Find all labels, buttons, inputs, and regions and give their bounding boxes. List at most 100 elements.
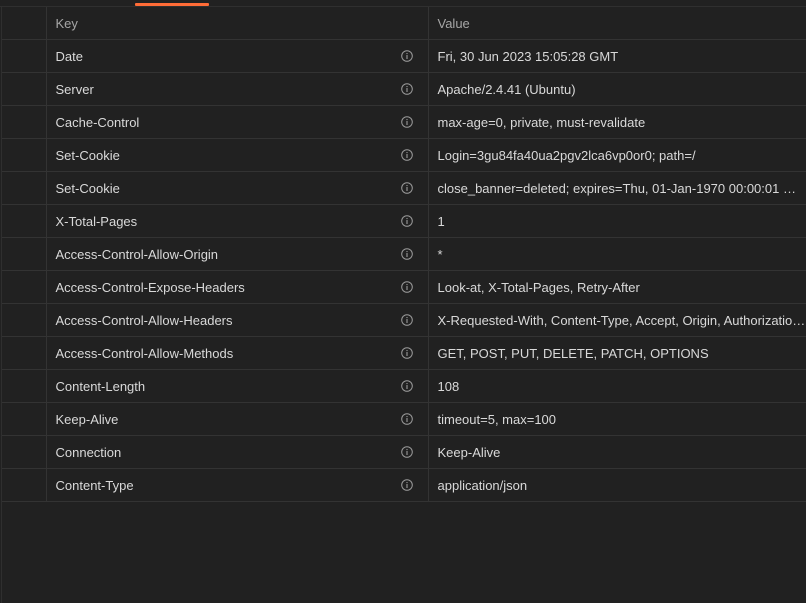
row-check-cell — [2, 105, 47, 139]
header-value: 108 — [437, 378, 460, 394]
table-header-row: Key Value — [2, 7, 806, 40]
table-row[interactable]: Access-Control-Expose-Headers Look-at, X-… — [2, 270, 806, 304]
info-icon[interactable] — [400, 347, 413, 359]
header-value-cell: Login=3gu84fa40ua2pgv2lca6vp0or0; path=/ — [428, 138, 806, 172]
header-key: Server — [55, 81, 94, 97]
info-icon[interactable] — [400, 116, 413, 128]
header-key: Set-Cookie — [55, 147, 120, 163]
table-row[interactable]: Access-Control-Allow-Origin * — [2, 237, 806, 271]
table-row[interactable]: Cache-Control max-age=0, private, must-re… — [2, 105, 806, 139]
header-value: Apache/2.4.41 (Ubuntu) — [437, 81, 576, 97]
table-row[interactable]: Access-Control-Allow-Methods GET, POST, P… — [2, 336, 806, 370]
header-key: Access-Control-Allow-Headers — [55, 312, 233, 328]
info-icon[interactable] — [400, 413, 413, 425]
info-icon[interactable] — [400, 215, 413, 227]
info-icon[interactable] — [400, 479, 413, 491]
row-check-cell — [2, 369, 47, 403]
header-value: max-age=0, private, must-revalidate — [437, 114, 646, 130]
info-icon[interactable] — [400, 248, 413, 260]
header-key-cell: Connection — [46, 435, 429, 469]
header-value-cell: Apache/2.4.41 (Ubuntu) — [428, 72, 806, 106]
header-key-cell: X-Total-Pages — [46, 204, 429, 238]
header-value: close_banner=deleted; expires=Thu, 01-Ja… — [437, 180, 806, 196]
header-key-cell: Cache-Control — [46, 105, 429, 139]
header-key: Connection — [55, 444, 122, 460]
header-value-cell: GET, POST, PUT, DELETE, PATCH, OPTIONS — [428, 336, 806, 370]
info-icon[interactable] — [400, 281, 413, 293]
header-key: Cache-Control — [55, 114, 140, 130]
header-key: Content-Type — [55, 477, 134, 493]
header-value: 1 — [437, 213, 445, 229]
header-key-cell: Content-Type — [46, 468, 429, 502]
row-check-cell — [2, 435, 47, 469]
info-icon[interactable] — [400, 50, 413, 62]
info-icon[interactable] — [400, 83, 413, 95]
header-value: * — [437, 246, 443, 262]
header-value: GET, POST, PUT, DELETE, PATCH, OPTIONS — [437, 345, 709, 361]
header-value-cell: * — [428, 237, 806, 271]
table-row[interactable]: Set-Cookie Login=3gu84fa40ua2pgv2lca6vp0o… — [2, 138, 806, 172]
header-value-cell: 1 — [428, 204, 806, 238]
header-key-cell: Keep-Alive — [46, 402, 429, 436]
table-row[interactable]: Date Fri, 30 Jun 2023 15:05:28 GMT — [2, 39, 806, 73]
row-check-cell — [2, 402, 47, 436]
header-value: Keep-Alive — [437, 444, 501, 460]
header-key-cell: Set-Cookie — [46, 138, 429, 172]
table-row[interactable]: Set-Cookie close_banner=deleted; expires=… — [2, 171, 806, 205]
header-key: Content-Length — [55, 378, 146, 394]
header-value: Login=3gu84fa40ua2pgv2lca6vp0or0; path=/ — [437, 147, 696, 163]
header-key: Access-Control-Allow-Origin — [55, 246, 219, 262]
info-icon[interactable] — [400, 149, 413, 161]
header-key-cell: Date — [46, 39, 429, 73]
header-value-cell: application/json — [428, 468, 806, 502]
table-row[interactable]: Keep-Alive timeout=5, max=100 — [2, 402, 806, 436]
table-row[interactable]: Content-Length 108 — [2, 369, 806, 403]
info-icon[interactable] — [400, 314, 413, 326]
header-key: Keep-Alive — [55, 411, 119, 427]
header-key-cell: Access-Control-Expose-Headers — [46, 270, 429, 304]
header-value-cell: max-age=0, private, must-revalidate — [428, 105, 806, 139]
header-value: timeout=5, max=100 — [437, 411, 557, 427]
header-key-cell: Content-Length — [46, 369, 429, 403]
column-header-value: Value — [428, 7, 806, 40]
header-value: Look-at, X-Total-Pages, Retry-After — [437, 279, 640, 295]
header-key-cell: Access-Control-Allow-Origin — [46, 237, 429, 271]
info-icon[interactable] — [400, 182, 413, 194]
row-check-cell — [2, 336, 47, 370]
header-key-cell: Access-Control-Allow-Headers — [46, 303, 429, 337]
header-key: X-Total-Pages — [55, 213, 138, 229]
header-value-cell: Look-at, X-Total-Pages, Retry-After — [428, 270, 806, 304]
header-value-cell: Fri, 30 Jun 2023 15:05:28 GMT — [428, 39, 806, 73]
row-check-cell — [2, 171, 47, 205]
row-check-cell — [2, 468, 47, 502]
header-value-cell: close_banner=deleted; expires=Thu, 01-Ja… — [428, 171, 806, 205]
header-value: application/json — [437, 477, 528, 493]
row-check-cell — [2, 270, 47, 304]
header-key-cell: Set-Cookie — [46, 171, 429, 205]
row-check-cell — [2, 72, 47, 106]
table-row[interactable]: Access-Control-Allow-Headers X-Requested-… — [2, 303, 806, 337]
row-check-cell — [2, 237, 47, 271]
response-headers-panel: Key Value Date Fri, 30 Jun 2023 15:05:28 … — [0, 0, 806, 603]
table-row[interactable]: Server Apache/2.4.41 (Ubuntu) — [2, 72, 806, 106]
header-key: Access-Control-Expose-Headers — [55, 279, 245, 295]
header-value-cell: timeout=5, max=100 — [428, 402, 806, 436]
info-icon[interactable] — [400, 446, 413, 458]
header-key-cell: Access-Control-Allow-Methods — [46, 336, 429, 370]
column-header-key: Key — [46, 7, 429, 40]
header-value: X-Requested-With, Content-Type, Accept, … — [437, 312, 806, 328]
table-row[interactable]: Content-Type application/json — [2, 468, 806, 502]
header-key-cell: Server — [46, 72, 429, 106]
table-row[interactable]: Connection Keep-Alive — [2, 435, 806, 469]
info-icon[interactable] — [400, 380, 413, 392]
header-value-cell: X-Requested-With, Content-Type, Accept, … — [428, 303, 806, 337]
header-key: Set-Cookie — [55, 180, 120, 196]
header-value: Fri, 30 Jun 2023 15:05:28 GMT — [437, 48, 619, 64]
header-value-cell: Keep-Alive — [428, 435, 806, 469]
row-check-cell — [2, 204, 47, 238]
column-header-value-label: Value — [437, 15, 470, 31]
table-row[interactable]: X-Total-Pages 1 — [2, 204, 806, 238]
row-check-cell — [2, 303, 47, 337]
headers-table: Key Value Date Fri, 30 Jun 2023 15:05:28 … — [2, 7, 806, 502]
header-check-cell — [2, 7, 47, 40]
